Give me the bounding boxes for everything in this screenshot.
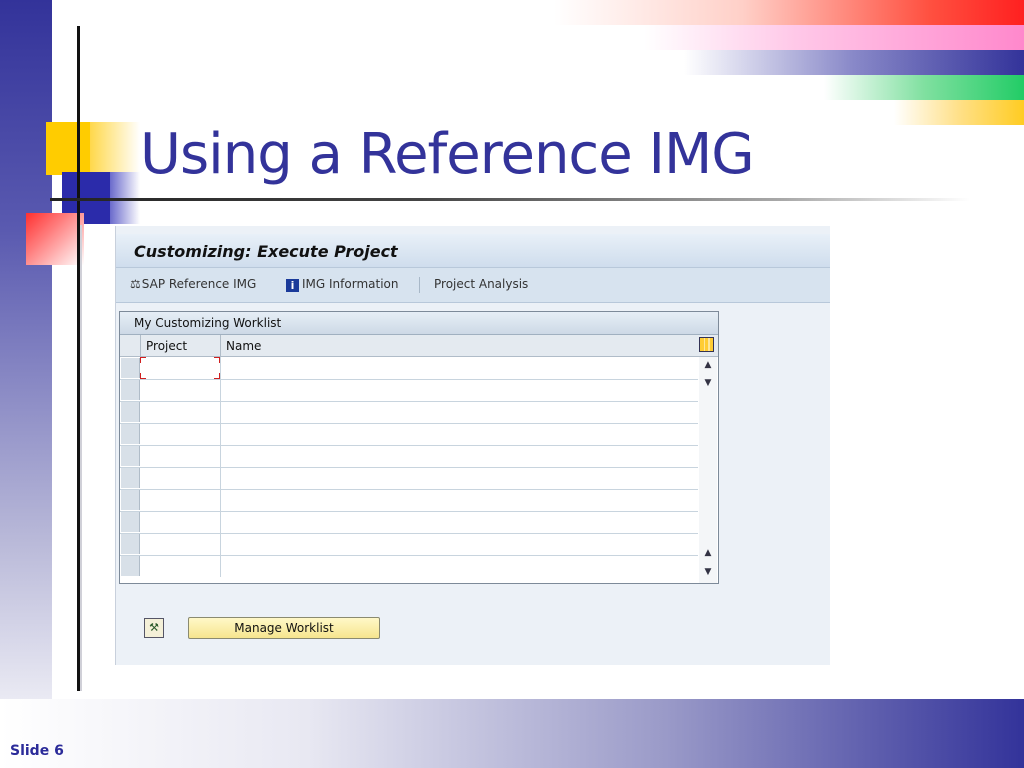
table-row[interactable] — [120, 555, 698, 577]
table-row[interactable] — [120, 511, 698, 534]
project-cell[interactable] — [140, 511, 221, 533]
sap-reference-img-button[interactable]: ⚖SAP Reference IMG — [130, 277, 256, 291]
project-cell[interactable] — [140, 489, 221, 511]
row-selector[interactable] — [121, 446, 140, 466]
cell-focus-marker — [140, 357, 220, 379]
row-selector[interactable] — [121, 556, 140, 576]
table-row[interactable] — [120, 357, 698, 380]
project-cell[interactable] — [140, 533, 221, 555]
table-row[interactable] — [120, 401, 698, 424]
worklist-title: My Customizing Worklist — [134, 316, 282, 330]
scroll-up-icon[interactable]: ▲ — [702, 359, 714, 371]
column-header-name[interactable]: Name — [226, 339, 261, 353]
sap-reference-img-label: SAP Reference IMG — [141, 277, 257, 291]
worklist-title-bar: My Customizing Worklist — [120, 312, 718, 335]
name-cell[interactable] — [221, 445, 697, 467]
decor-stripe-green — [824, 75, 1024, 100]
decor-stripe-yellow — [894, 100, 1024, 125]
row-selector[interactable] — [121, 402, 140, 422]
toolbar-separator — [419, 277, 420, 293]
decor-vertical-line-light — [80, 225, 82, 691]
project-cell[interactable] — [140, 445, 221, 467]
info-icon: i — [286, 279, 299, 292]
table-row[interactable] — [120, 423, 698, 446]
left-gradient-bar — [0, 0, 52, 768]
decor-stripe-pink — [644, 25, 1024, 50]
table-row[interactable] — [120, 489, 698, 512]
decor-stripe-red — [554, 0, 1024, 25]
decor-stripe-blue — [684, 50, 1024, 75]
project-cell[interactable] — [140, 555, 221, 577]
project-cell[interactable] — [140, 401, 221, 423]
column-header-project[interactable]: Project — [146, 339, 187, 353]
row-selector[interactable] — [121, 424, 140, 444]
bottom-gradient-bar — [0, 699, 1024, 768]
manage-worklist-button[interactable]: Manage Worklist — [188, 617, 380, 639]
row-selector[interactable] — [121, 490, 140, 510]
table-row[interactable] — [120, 467, 698, 490]
decor-square-red — [26, 213, 84, 265]
decor-square-yellow-fade — [90, 122, 140, 175]
name-cell[interactable] — [221, 555, 697, 577]
decor-square-yellow — [46, 122, 90, 175]
name-cell[interactable] — [221, 357, 697, 379]
project-cell[interactable] — [140, 379, 221, 401]
manage-worklist-icon[interactable]: ⚒ — [144, 618, 164, 638]
project-cell[interactable] — [140, 423, 221, 445]
sap-window-title: Customizing: Execute Project — [134, 242, 398, 261]
column-settings-icon[interactable] — [699, 337, 714, 352]
name-cell[interactable] — [221, 401, 697, 423]
row-selector[interactable] — [121, 468, 140, 488]
customizing-worklist-table: My Customizing Worklist Project Name ▲ ▼… — [119, 311, 719, 584]
name-cell[interactable] — [221, 533, 697, 555]
name-cell[interactable] — [221, 379, 697, 401]
table-row[interactable] — [120, 379, 698, 402]
sap-screenshot: Customizing: Execute Project ⚖SAP Refere… — [115, 226, 830, 665]
row-selector[interactable] — [121, 380, 140, 400]
page-down-icon[interactable]: ▼ — [702, 377, 714, 389]
title-underline — [50, 198, 970, 201]
glasses-icon: ⚖ — [130, 277, 141, 291]
table-row[interactable] — [120, 533, 698, 556]
slide-title: Using a Reference IMG — [140, 122, 755, 187]
table-header: Project Name — [120, 335, 718, 357]
row-selector[interactable] — [121, 358, 140, 378]
project-analysis-label: Project Analysis — [434, 277, 529, 291]
name-cell[interactable] — [221, 467, 697, 489]
vertical-scrollbar[interactable]: ▲ ▼ ▲ ▼ — [699, 357, 717, 583]
name-cell[interactable] — [221, 511, 697, 533]
header-separator — [220, 335, 221, 356]
table-row[interactable] — [120, 445, 698, 468]
sap-application-toolbar: ⚖SAP Reference IMG i IMG Information Proj… — [116, 268, 830, 303]
page-up-icon[interactable]: ▲ — [702, 547, 714, 559]
project-cell[interactable] — [140, 467, 221, 489]
scroll-down-icon[interactable]: ▼ — [702, 566, 714, 578]
header-separator — [140, 335, 141, 356]
row-selector[interactable] — [121, 512, 140, 532]
row-selector[interactable] — [121, 534, 140, 554]
name-cell[interactable] — [221, 423, 697, 445]
sap-title-bar: Customizing: Execute Project — [116, 234, 830, 268]
img-information-button[interactable]: i IMG Information — [286, 277, 398, 292]
name-cell[interactable] — [221, 489, 697, 511]
slide-number: Slide 6 — [10, 743, 64, 759]
project-analysis-button[interactable]: Project Analysis — [434, 277, 528, 291]
img-information-label: IMG Information — [302, 277, 399, 291]
